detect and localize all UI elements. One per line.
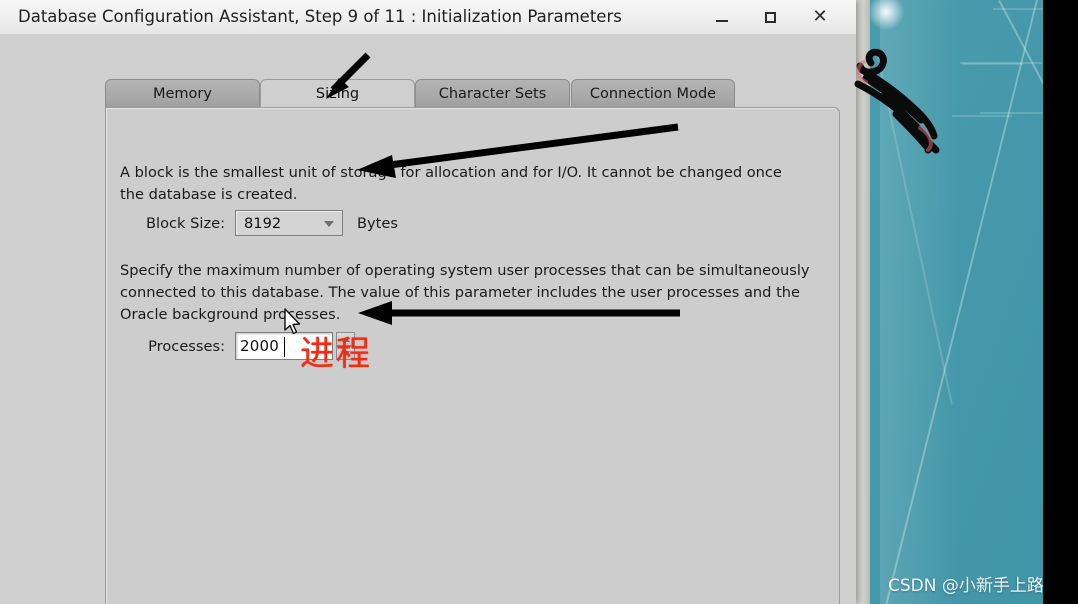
block-size-description: A block is the smallest unit of storage … [120,164,782,203]
tab-memory[interactable]: Memory [105,79,260,107]
dbca-window: Database Configuration Assistant, Step 9… [0,0,856,604]
wallpaper-line [980,112,1044,114]
sizing-tab-panel: A block is the smallest unit of storage … [105,107,840,604]
processes-description: Specify the maximum number of operating … [120,262,810,323]
csdn-watermark: CSDN @小新手上路 [888,576,1044,596]
tab-character-sets[interactable]: Character Sets [415,79,570,107]
processes-value: 2000 [240,337,279,355]
block-size-label: Block Size: [146,214,225,232]
screen-black-border [1043,0,1078,604]
wallpaper-shade [880,0,960,604]
tab-connection-mode[interactable]: Connection Mode [571,79,735,107]
tab-connection-mode-label: Connection Mode [589,86,717,102]
chinese-annotation-processes: 进程 [300,334,372,374]
tabstrip: Memory Sizing Character Sets Connection … [105,79,840,107]
tab-memory-label: Memory [153,86,212,102]
minimize-button[interactable] [700,0,744,34]
block-size-units: Bytes [357,214,398,232]
text-caret [284,337,285,357]
window-title: Database Configuration Assistant, Step 9… [18,7,622,26]
close-icon: ✕ [812,6,828,27]
maximize-button[interactable] [748,0,792,34]
tab-sizing[interactable]: Sizing [260,79,415,107]
block-size-value: 8192 [244,214,282,232]
window-body: Memory Sizing Character Sets Connection … [0,34,856,604]
maximize-icon [764,11,776,23]
block-size-select[interactable]: 8192 [235,210,343,236]
window-titlebar[interactable]: Database Configuration Assistant, Step 9… [0,0,856,35]
screen: CSDN @小新手上路 Database Configuration Assis… [0,0,1078,604]
chevron-down-icon [324,221,334,227]
wallpaper-line [952,115,1012,117]
minimize-icon [716,20,728,22]
tab-character-sets-label: Character Sets [438,86,547,102]
tab-sizing-label: Sizing [315,86,360,102]
processes-label: Processes: [148,337,225,355]
desktop-edge-strip [856,0,870,604]
mouse-cursor [284,308,301,335]
block-size-row: Block Size: 8192 Bytes [120,210,398,236]
close-button[interactable]: ✕ [798,0,842,34]
wallpaper-line [963,63,1023,65]
